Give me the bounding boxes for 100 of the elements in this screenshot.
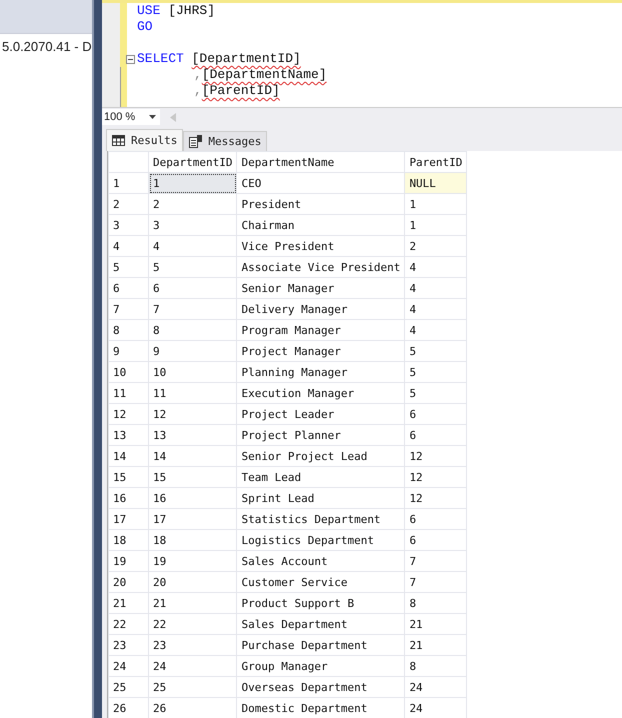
table-cell: 21 (404, 614, 467, 634)
table-cell: 12 (404, 488, 467, 508)
server-name: 5.0.2070.41 - D (2, 39, 92, 54)
table-cell: 4 (404, 278, 467, 298)
table-cell: 6 (404, 530, 467, 550)
table-cell: Project Planner (236, 424, 405, 446)
table-cell: Sales Account (236, 550, 405, 572)
code-token: [DepartmentName] (202, 67, 327, 82)
result-tab[interactable]: Messages (183, 131, 268, 151)
table-cell: 3 (148, 214, 237, 236)
table-cell: 6 (404, 424, 467, 446)
table-cell: 8 (404, 592, 467, 614)
row-number[interactable]: 21 (108, 592, 148, 614)
row-number[interactable]: 15 (108, 466, 148, 488)
code-token: [ParentID] (202, 83, 280, 98)
table-cell: Team Lead (236, 466, 405, 488)
table-cell: Group Manager (236, 656, 405, 676)
table-cell: 23 (148, 634, 237, 656)
table-cell: Senior Project Lead (236, 446, 405, 466)
table-cell: President (236, 194, 405, 214)
row-number[interactable]: 22 (108, 614, 148, 634)
table-cell: Planning Manager (236, 362, 405, 382)
table-cell: Delivery Manager (236, 298, 405, 320)
table-cell: Sprint Lead (236, 488, 405, 508)
row-number[interactable]: 23 (108, 634, 148, 656)
table-cell: 4 (404, 256, 467, 278)
code-editor[interactable]: USE [JHRS] GO SELECT [DepartmentID] ,[DepartmentName] ,[ParentID] (102, 0, 622, 107)
table-cell: 6 (404, 404, 467, 424)
row-number[interactable]: 5 (108, 256, 148, 278)
row-number[interactable]: 10 (108, 362, 148, 382)
table-cell: 6 (148, 278, 237, 298)
table-cell: 20 (148, 572, 237, 592)
row-number[interactable]: 19 (108, 550, 148, 572)
splitter-bar[interactable] (92, 0, 102, 718)
code-token: [DepartmentID] (192, 51, 301, 66)
table-cell: 2 (404, 236, 467, 256)
table-cell: 7 (404, 572, 467, 592)
row-number[interactable]: 7 (108, 298, 148, 320)
column-header[interactable]: ParentID (404, 152, 467, 172)
table-cell: 12 (404, 446, 467, 466)
table-cell: 14 (148, 446, 237, 466)
row-number[interactable]: 24 (108, 656, 148, 676)
row-number[interactable]: 2 (108, 194, 148, 214)
row-number[interactable]: 17 (108, 508, 148, 530)
code-token: USE (137, 3, 160, 18)
code-token: , (194, 83, 202, 98)
table-cell: 5 (404, 362, 467, 382)
row-number[interactable]: 4 (108, 236, 148, 256)
collapse-icon[interactable] (126, 55, 135, 64)
column-header[interactable]: DepartmentID (148, 152, 237, 172)
table-cell: 11 (148, 382, 237, 404)
row-number[interactable]: 26 (108, 698, 148, 718)
table-cell: 12 (404, 466, 467, 488)
table-cell: 7 (404, 550, 467, 572)
table-cell: 15 (148, 466, 237, 488)
row-number[interactable]: 25 (108, 676, 148, 698)
row-number[interactable]: 11 (108, 382, 148, 404)
table-cell: Customer Service (236, 572, 405, 592)
table-cell: Logistics Department (236, 530, 405, 550)
table-cell: Chairman (236, 214, 405, 236)
table-cell: 13 (148, 424, 237, 446)
result-tab[interactable]: Results (106, 129, 184, 151)
table-cell: 1 (404, 194, 467, 214)
row-number[interactable]: 8 (108, 320, 148, 340)
row-number[interactable]: 6 (108, 278, 148, 298)
table-cell: 12 (148, 404, 237, 424)
table-cell: 17 (148, 508, 237, 530)
table-cell: 24 (148, 656, 237, 676)
row-number[interactable]: 12 (108, 404, 148, 424)
row-number[interactable]: 14 (108, 446, 148, 466)
row-number[interactable]: 3 (108, 214, 148, 236)
document-icon (189, 135, 202, 148)
row-number[interactable]: 16 (108, 488, 148, 508)
table-cell: Senior Manager (236, 278, 405, 298)
code-token: GO (137, 19, 153, 34)
row-number[interactable]: 13 (108, 424, 148, 446)
table-cell: Sales Department (236, 614, 405, 634)
table-cell: 1 (404, 214, 467, 236)
table-cell: 5 (148, 256, 237, 278)
table-cell: 1 (148, 172, 237, 194)
table-cell: 21 (148, 592, 237, 614)
row-number[interactable]: 9 (108, 340, 148, 362)
table-cell: Statistics Department (236, 508, 405, 530)
table-cell: NULL (404, 172, 467, 194)
column-header[interactable]: DepartmentName (236, 152, 405, 172)
code-token: , (194, 67, 202, 82)
table-cell: 4 (404, 320, 467, 340)
table-cell: Project Manager (236, 340, 405, 362)
zoom-dropdown[interactable]: 100 % (102, 109, 160, 125)
table-cell: 22 (148, 614, 237, 634)
row-number[interactable]: 20 (108, 572, 148, 592)
table-cell: 18 (148, 530, 237, 550)
grid-icon (112, 135, 125, 146)
table-cell: 6 (404, 508, 467, 530)
table-cell: Execution Manager (236, 382, 405, 404)
table-cell: 4 (148, 236, 237, 256)
row-number[interactable]: 18 (108, 530, 148, 550)
table-cell: 8 (404, 656, 467, 676)
table-cell: Associate Vice President (236, 256, 405, 278)
table-cell: Product Support B (236, 592, 405, 614)
